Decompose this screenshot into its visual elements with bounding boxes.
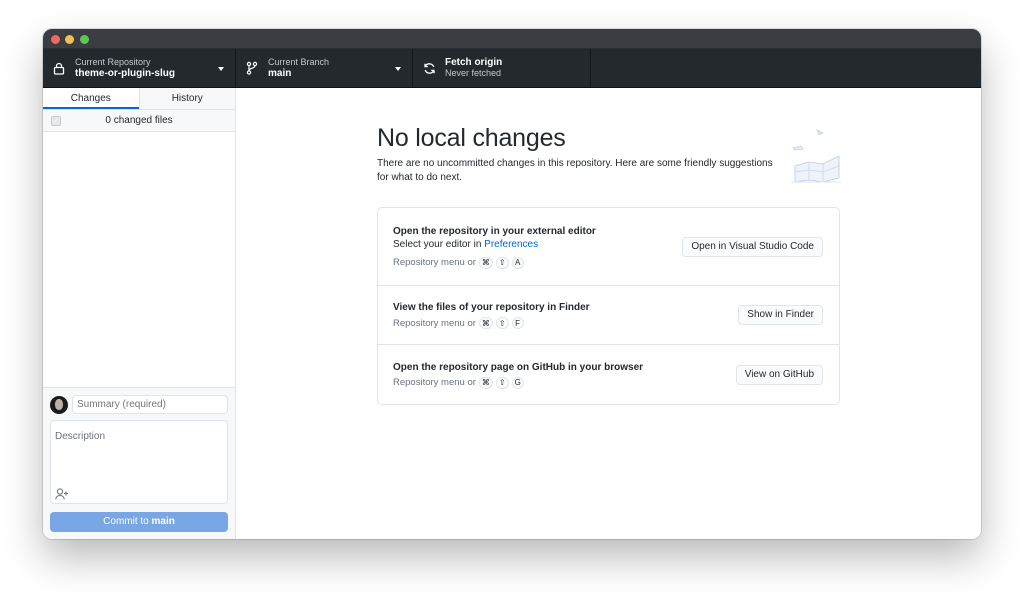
main-panel: No local changes There are no uncommitte…: [236, 88, 981, 539]
suggestion-open-editor: Open the repository in your external edi…: [378, 208, 839, 286]
shortcut-prefix: Repository menu or: [393, 377, 476, 388]
maximize-window-button[interactable]: [80, 35, 89, 44]
git-branch-icon: [244, 60, 260, 76]
commit-panel: Description Commit to main: [43, 387, 235, 539]
shift-key-icon: ⇧: [495, 376, 509, 389]
description-prefix: Select your editor in: [393, 238, 485, 250]
close-window-button[interactable]: [51, 35, 60, 44]
fetch-label: Fetch origin: [445, 57, 503, 68]
current-branch-dropdown[interactable]: Current Branch main: [236, 49, 413, 87]
tab-history[interactable]: History: [138, 88, 235, 109]
chevron-down-icon: [218, 67, 224, 71]
fetch-status: Never fetched: [445, 68, 502, 78]
open-in-editor-button[interactable]: Open in Visual Studio Code: [682, 236, 823, 257]
branch-name: main: [268, 68, 292, 79]
keyboard-shortcut: Repository menu or ⌘ ⇧ G: [393, 376, 736, 389]
suggestion-title: View the files of your repository in Fin…: [393, 302, 590, 313]
avatar: [50, 395, 68, 414]
minimize-window-button[interactable]: [65, 35, 74, 44]
shift-key-icon: ⇧: [495, 317, 509, 329]
current-repository-dropdown[interactable]: Current Repository theme-or-plugin-slug: [43, 49, 236, 87]
changes-header: ✓ 0 changed files: [43, 110, 235, 132]
command-key-icon: ⌘: [478, 256, 493, 269]
suggestion-title: Open the repository page on GitHub in yo…: [393, 361, 644, 373]
shortcut-prefix: Repository menu or: [393, 317, 476, 329]
sync-icon: [421, 60, 437, 76]
view-on-github-button[interactable]: View on GitHub: [735, 364, 823, 385]
select-all-checkbox[interactable]: ✓: [51, 115, 61, 126]
fetch-origin-button[interactable]: Fetch origin Never fetched: [413, 49, 591, 87]
description-placeholder: Description: [55, 431, 106, 442]
commit-button-branch: main: [151, 516, 175, 527]
app-window: Current Repository theme-or-plugin-slug …: [43, 29, 981, 539]
changed-files-count: 0 changed files: [105, 115, 173, 126]
suggestion-title: Open the repository in your external edi…: [393, 225, 596, 237]
letter-key: G: [511, 376, 524, 389]
title-bar: [43, 29, 981, 49]
command-key-icon: ⌘: [478, 376, 493, 389]
page-subtitle: There are no uncommitted changes in this…: [377, 158, 773, 183]
shift-key-icon: ⇧: [495, 256, 509, 269]
commit-summary-input[interactable]: [72, 395, 228, 414]
page-title: No local changes: [377, 124, 566, 152]
repository-name: theme-or-plugin-slug: [75, 68, 175, 79]
suggestion-description: Select your editor in Preferences: [393, 238, 682, 252]
repository-label: Current Repository: [75, 57, 151, 67]
shortcut-prefix: Repository menu or: [393, 257, 476, 268]
sidebar: Changes History ✓ 0 changed files Descri…: [43, 88, 236, 539]
keyboard-shortcut: Repository menu or ⌘ ⇧ A: [393, 256, 682, 269]
add-coauthor-icon[interactable]: [55, 487, 69, 500]
letter-key: A: [511, 256, 524, 269]
chevron-down-icon: [395, 67, 401, 71]
letter-key: F: [511, 317, 524, 329]
commit-button[interactable]: Commit to main: [50, 512, 228, 532]
suggestions-list: Open the repository in your external edi…: [377, 207, 840, 405]
branch-label: Current Branch: [268, 57, 330, 67]
sidebar-tabs: Changes History: [43, 88, 235, 110]
command-key-icon: ⌘: [478, 317, 493, 329]
commit-button-prefix: Commit to: [103, 516, 152, 527]
empty-state-illustration: [781, 126, 843, 188]
lock-icon: [51, 60, 67, 76]
commit-description-input[interactable]: Description: [50, 420, 228, 504]
suggestion-show-in-finder: View the files of your repository in Fin…: [378, 286, 839, 345]
toolbar: Current Repository theme-or-plugin-slug …: [43, 49, 981, 88]
tab-changes[interactable]: Changes: [43, 88, 139, 109]
keyboard-shortcut: Repository menu or ⌘ ⇧ F: [393, 317, 738, 329]
preferences-link[interactable]: Preferences: [484, 239, 538, 250]
suggestion-view-on-github: Open the repository page on GitHub in yo…: [378, 345, 839, 404]
changed-files-list: [43, 132, 235, 387]
show-in-finder-button[interactable]: Show in Finder: [738, 305, 823, 325]
